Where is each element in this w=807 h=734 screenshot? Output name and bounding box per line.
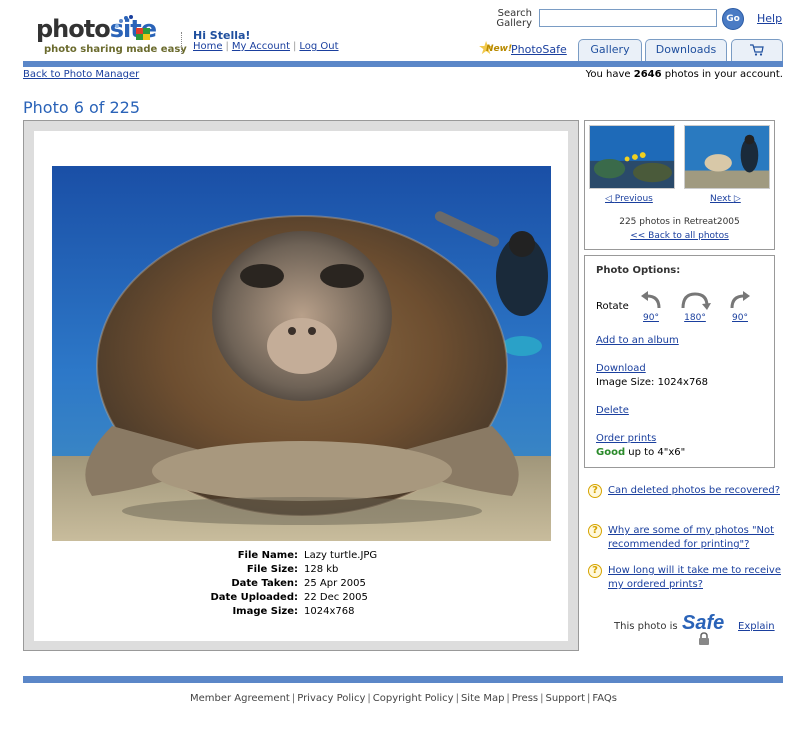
next-photo-thumbnail[interactable] [684, 125, 770, 189]
meta-row-image-size: Image Size: 1024x768 [232, 606, 355, 617]
meta-row-file-name: File Name: Lazy turtle.JPG [237, 550, 378, 561]
photo-options-panel: Photo Options: Rotate 90° 180° 90° Add t… [584, 255, 775, 468]
add-to-album-link[interactable]: Add to an album [596, 335, 679, 346]
print-quality-rating: Good [596, 447, 626, 458]
lock-icon [699, 632, 709, 645]
logo-tagline: photo sharing made easy [44, 44, 187, 55]
privacy-policy-link[interactable]: Privacy Policy [297, 693, 365, 704]
page-title: Photo 6 of 225 [23, 98, 141, 117]
faq-link-not-recommended[interactable]: Why are some of my photos "Not recommend… [608, 524, 783, 552]
sea-turtle-photo [52, 166, 551, 541]
press-link[interactable]: Press [512, 693, 538, 704]
safe-status-text: This photo is [614, 621, 678, 632]
photosafe-logo: Safe [682, 612, 734, 646]
rotate-180-link[interactable]: 180° [684, 313, 706, 323]
download-image-size: Image Size: 1024x768 [596, 377, 709, 388]
log-out-link[interactable]: Log Out [299, 41, 338, 52]
member-agreement-link[interactable]: Member Agreement [190, 693, 290, 704]
rotate-left-90-link[interactable]: 90° [643, 313, 659, 323]
help-link[interactable]: Help [757, 12, 782, 25]
rotate-right-icon [730, 291, 750, 309]
faq-link-print-delivery[interactable]: How long will it take me to receive my o… [608, 564, 783, 592]
header-rule [23, 61, 783, 67]
question-icon: ? [588, 524, 602, 538]
next-link[interactable]: Next ▷ [710, 194, 741, 204]
logo-dots-icon [115, 15, 133, 28]
meta-row-date-taken: Date Taken: 25 Apr 2005 [231, 578, 366, 589]
logo-flag-icon [136, 28, 150, 40]
tab-cart[interactable] [731, 39, 783, 61]
back-to-all-photos-link[interactable]: << Back to all photos [585, 231, 774, 241]
go-button[interactable]: Go [722, 8, 744, 30]
arrow-left-icon: ◁ [605, 194, 612, 204]
tab-gallery[interactable]: Gallery [578, 39, 642, 61]
photo-metadata: File Name: Lazy turtle.JPG File Size: 128 … [194, 549, 434, 619]
photo-navigation: ◁ Previous Next ▷ 225 photos in Retreat2… [584, 120, 775, 250]
question-icon: ? [588, 484, 602, 498]
rotate-right-90-link[interactable]: 90° [732, 313, 748, 323]
copyright-policy-link[interactable]: Copyright Policy [373, 693, 454, 704]
rotate-left-90[interactable]: 90° [637, 290, 665, 326]
new-badge: ★ New! [478, 38, 513, 59]
order-prints-link[interactable]: Order prints [596, 433, 656, 444]
print-quality: Good up to 4"x6" [596, 447, 686, 458]
photo-count-value: 2646 [633, 69, 662, 80]
search-input[interactable] [539, 9, 717, 27]
faqs-link[interactable]: FAQs [592, 693, 617, 704]
tab-downloads[interactable]: Downloads [645, 39, 727, 61]
meta-row-date-uploaded: Date Uploaded: 22 Dec 2005 [210, 592, 368, 603]
cart-icon [750, 44, 764, 56]
download-link[interactable]: Download [596, 363, 646, 374]
meta-row-file-size: File Size: 128 kb [246, 564, 339, 575]
photo-options-title: Photo Options: [596, 265, 681, 276]
account-links: Home | My Account | Log Out [193, 41, 339, 52]
delete-link[interactable]: Delete [596, 405, 629, 416]
footer-links: Member Agreement | Privacy Policy | Copyrigh… [189, 693, 617, 704]
photo-frame: File Name: Lazy turtle.JPG File Size: 128 … [34, 131, 568, 641]
arrow-right-icon: ▷ [733, 194, 741, 204]
support-link[interactable]: Support [546, 693, 586, 704]
rotate-right-90[interactable]: 90° [726, 290, 754, 326]
photo-count-message: You have 2646 photos in your account. [585, 69, 783, 80]
photo-panel: File Name: Lazy turtle.JPG File Size: 128 … [23, 120, 579, 651]
photo-safe-status: This photo is Safe Explain [614, 612, 784, 648]
home-link[interactable]: Home [193, 41, 223, 52]
explain-link[interactable]: Explain [738, 621, 775, 632]
previous-photo-thumbnail[interactable] [589, 125, 675, 189]
photosite-logo[interactable]: photosite photo sharing made easy [36, 14, 187, 56]
back-to-photo-manager-link[interactable]: Back to Photo Manager [23, 69, 139, 80]
question-icon: ? [588, 564, 602, 578]
header-divider [181, 32, 182, 54]
faq-link-recover-deleted[interactable]: Can deleted photos be recovered? [608, 484, 783, 498]
my-account-link[interactable]: My Account [232, 41, 290, 52]
photosafe-link[interactable]: PhotoSafe [511, 43, 567, 56]
rotate-label: Rotate [596, 301, 629, 312]
footer-rule [23, 676, 783, 683]
previous-link[interactable]: ◁ Previous [605, 194, 653, 204]
album-photo-count: 225 photos in Retreat2005 [619, 217, 740, 227]
rotate-left-icon [641, 291, 661, 309]
rotate-180[interactable]: 180° [678, 290, 712, 326]
site-map-link[interactable]: Site Map [461, 693, 504, 704]
rotate-180-icon [681, 292, 711, 310]
search-label: Search Gallery [496, 8, 532, 29]
